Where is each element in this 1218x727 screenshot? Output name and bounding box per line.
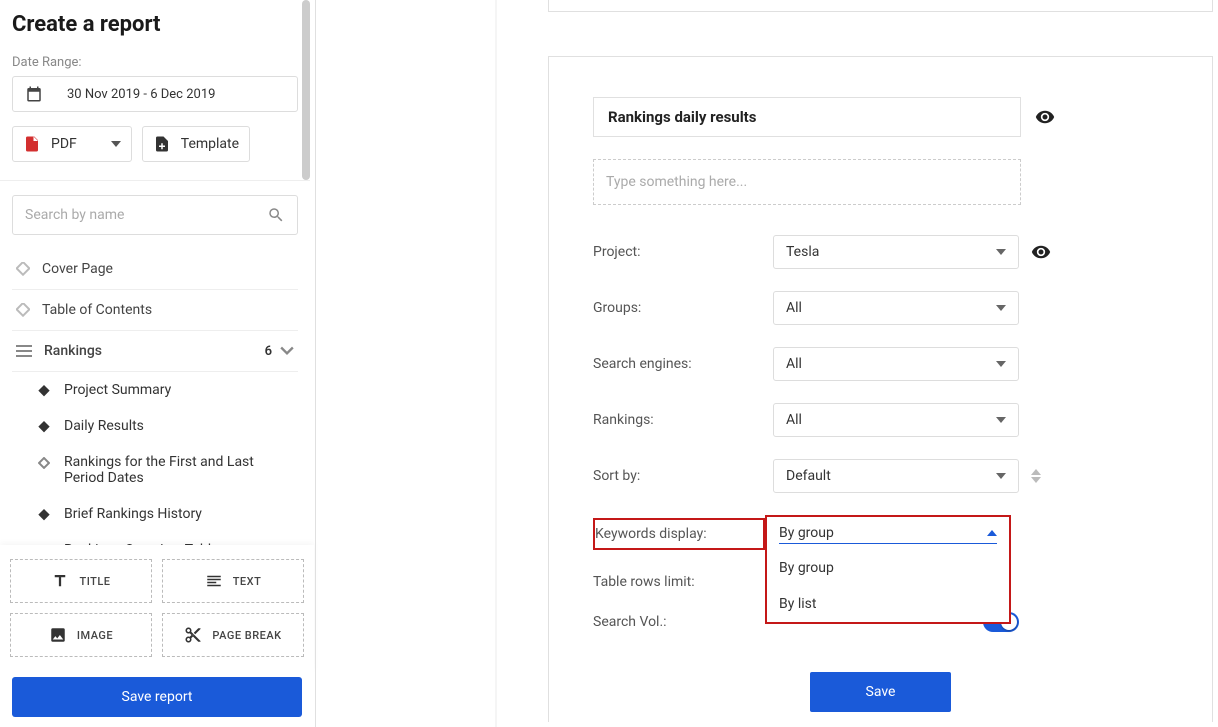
sidebar: Create a report Date Range: 30 Nov 2019 … bbox=[0, 0, 310, 727]
text-icon bbox=[205, 572, 223, 590]
diamond-icon bbox=[16, 262, 30, 276]
diamond-outline-icon bbox=[38, 457, 50, 469]
search-vol-label: Search Vol.: bbox=[593, 614, 773, 630]
caret-down-icon bbox=[1031, 477, 1041, 483]
chevron-down-icon bbox=[280, 344, 294, 358]
search-engines-label: Search engines: bbox=[593, 356, 773, 372]
section-title[interactable]: Rankings daily results bbox=[593, 97, 1021, 137]
nav-rankings[interactable]: Rankings 6 bbox=[12, 331, 298, 372]
report-config-card: Rankings daily results Type something he… bbox=[548, 56, 1213, 722]
visibility-icon[interactable] bbox=[1031, 242, 1051, 262]
tool-title[interactable]: TITLE bbox=[10, 559, 152, 603]
keywords-dropdown-options: By group By list bbox=[765, 550, 1011, 624]
nav-toc[interactable]: Table of Contents bbox=[12, 290, 298, 331]
save-report-button[interactable]: Save report bbox=[12, 677, 302, 717]
caret-down-icon bbox=[996, 473, 1006, 479]
caret-up-icon bbox=[987, 530, 997, 536]
search-icon bbox=[267, 206, 285, 224]
caret-down-icon bbox=[996, 305, 1006, 311]
search-engines-select[interactable]: All bbox=[773, 347, 1019, 381]
diamond-filled-icon bbox=[38, 385, 50, 397]
sort-direction-buttons[interactable] bbox=[1031, 469, 1041, 483]
date-range-label: Date Range: bbox=[12, 55, 298, 70]
list-icon bbox=[16, 343, 32, 359]
keywords-display-label: Keywords display: bbox=[593, 518, 765, 550]
caret-up-icon bbox=[1031, 469, 1041, 475]
table-rows-label: Table rows limit: bbox=[593, 574, 773, 590]
tool-image[interactable]: IMAGE bbox=[10, 613, 152, 657]
nav-cover-page[interactable]: Cover Page bbox=[12, 249, 298, 290]
scrollbar[interactable] bbox=[302, 0, 310, 180]
project-label: Project: bbox=[593, 244, 773, 260]
search-input[interactable] bbox=[25, 207, 267, 223]
caret-down-icon bbox=[996, 417, 1006, 423]
tool-text[interactable]: TEXT bbox=[162, 559, 304, 603]
sub-brief-history[interactable]: Brief Rankings History bbox=[12, 496, 298, 532]
page-title: Create a report bbox=[12, 12, 298, 37]
date-range-value: 30 Nov 2019 - 6 Dec 2019 bbox=[67, 87, 215, 102]
search-box[interactable] bbox=[12, 195, 298, 235]
caret-down-icon bbox=[996, 249, 1006, 255]
previous-card-bottom bbox=[548, 0, 1213, 12]
diamond-filled-icon bbox=[38, 421, 50, 433]
groups-select[interactable]: All bbox=[773, 291, 1019, 325]
save-button[interactable]: Save bbox=[810, 672, 952, 712]
option-by-list[interactable]: By list bbox=[767, 586, 1009, 622]
option-by-group[interactable]: By group bbox=[767, 550, 1009, 586]
description-textarea[interactable]: Type something here... bbox=[593, 159, 1021, 205]
main-panel: Rankings daily results Type something he… bbox=[548, 0, 1213, 727]
keywords-display-select[interactable]: By group By group By list bbox=[765, 515, 1011, 552]
rankings-count: 6 bbox=[265, 344, 272, 359]
template-label: Template bbox=[181, 136, 239, 152]
template-button[interactable]: Template bbox=[142, 126, 250, 162]
page-edge bbox=[495, 0, 497, 727]
project-select[interactable]: Tesla bbox=[773, 235, 1019, 269]
save-bar: Save report bbox=[0, 667, 314, 727]
template-icon bbox=[153, 135, 171, 153]
date-range-picker[interactable]: 30 Nov 2019 - 6 Dec 2019 bbox=[12, 76, 298, 112]
format-dropdown[interactable]: PDF bbox=[12, 126, 132, 162]
divider bbox=[0, 180, 310, 181]
caret-down-icon bbox=[111, 141, 121, 147]
image-icon bbox=[49, 626, 67, 644]
groups-label: Groups: bbox=[593, 300, 773, 316]
format-label: PDF bbox=[51, 136, 77, 152]
sort-by-select[interactable]: Default bbox=[773, 459, 1019, 493]
pdf-icon bbox=[23, 135, 41, 153]
diamond-icon bbox=[16, 303, 30, 317]
diamond-filled-icon bbox=[38, 509, 50, 521]
sub-daily-results[interactable]: Daily Results bbox=[12, 408, 298, 444]
sub-rankings-dates[interactable]: Rankings for the First and Last Period D… bbox=[12, 444, 298, 496]
title-icon bbox=[51, 572, 69, 590]
footer-tools: TITLE TEXT IMAGE PAGE BREAK bbox=[0, 545, 314, 671]
sort-by-label: Sort by: bbox=[593, 468, 773, 484]
sub-project-summary[interactable]: Project Summary bbox=[12, 372, 298, 408]
rankings-label: Rankings: bbox=[593, 412, 773, 428]
visibility-icon[interactable] bbox=[1035, 107, 1055, 127]
caret-down-icon bbox=[996, 361, 1006, 367]
calendar-icon bbox=[25, 85, 43, 103]
vertical-divider bbox=[315, 0, 316, 727]
tool-page-break[interactable]: PAGE BREAK bbox=[162, 613, 304, 657]
rankings-select[interactable]: All bbox=[773, 403, 1019, 437]
page-break-icon bbox=[184, 626, 202, 644]
